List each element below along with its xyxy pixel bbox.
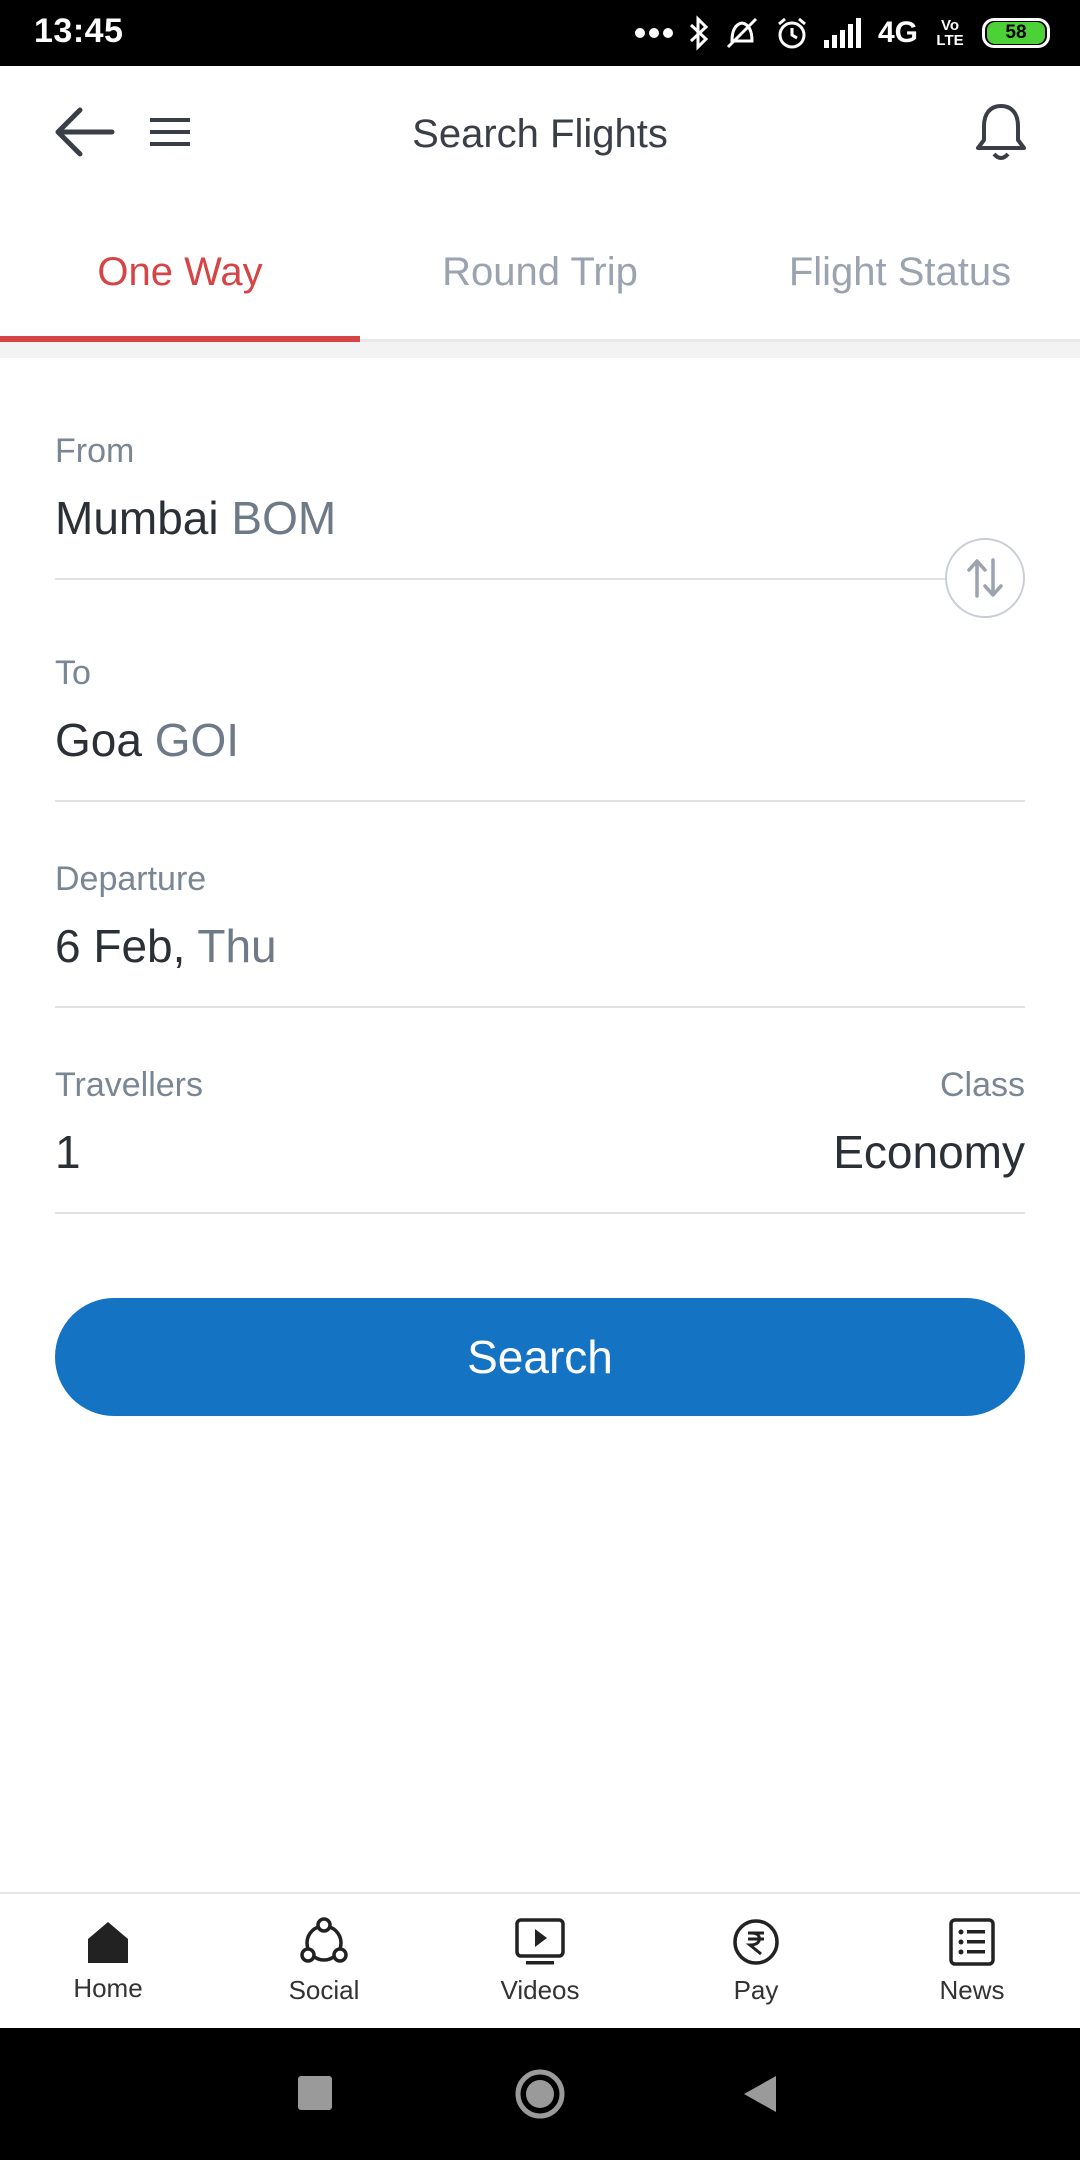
- pay-icon: [733, 1918, 779, 1965]
- section-divider: [0, 342, 1080, 358]
- more-dots-icon: [634, 28, 673, 38]
- nav-item-social[interactable]: Social: [216, 1894, 432, 2028]
- from-city: Mumbai: [55, 492, 219, 544]
- travellers-value: 1: [55, 1126, 81, 1178]
- search-button[interactable]: Search: [55, 1298, 1025, 1416]
- nav-item-pay[interactable]: Pay: [648, 1894, 864, 2028]
- from-field[interactable]: From Mumbai BOM: [55, 432, 1025, 580]
- notification-bell-icon[interactable]: [972, 100, 1030, 164]
- home-circle-icon[interactable]: [514, 2068, 566, 2120]
- status-icons: 4G Vo LTE 58: [634, 12, 1050, 54]
- trip-type-tabs: One Way Round Trip Flight Status: [0, 206, 1080, 342]
- battery-level: 58: [987, 22, 1045, 44]
- swap-arrows-icon: [967, 558, 1003, 598]
- travellers-label: Travellers: [55, 1066, 203, 1104]
- departure-label: Departure: [55, 860, 207, 898]
- nav-item-home[interactable]: Home: [0, 1894, 216, 2028]
- screen: 13:45 4G Vo LTE 58 Search Flights One Wa…: [0, 0, 1080, 2160]
- travellers-field[interactable]: Travellers 1: [55, 1066, 203, 1212]
- bluetooth-icon: [689, 15, 709, 51]
- news-icon: [949, 1917, 995, 1966]
- class-value: Economy: [833, 1126, 1025, 1178]
- recent-apps-icon[interactable]: [298, 2076, 332, 2110]
- departure-day: Thu: [197, 920, 277, 972]
- app-bar: Search Flights: [0, 66, 1080, 206]
- travellers-class-row: Travellers 1 Class Economy: [55, 1066, 1025, 1214]
- nav-label: Social: [288, 1974, 360, 2005]
- tab-one-way[interactable]: One Way: [0, 206, 360, 339]
- to-city: Goa: [55, 714, 142, 766]
- volte-indicator: Vo LTE: [936, 17, 964, 49]
- from-label: From: [55, 432, 135, 470]
- network-type: 4G: [877, 16, 918, 49]
- nav-label: Home: [73, 1972, 143, 2003]
- status-time: 13:45: [34, 12, 124, 50]
- home-icon: [88, 1921, 128, 1963]
- tab-label: Round Trip: [442, 250, 638, 294]
- from-value: Mumbai BOM: [55, 491, 1025, 545]
- departure-field[interactable]: Departure 6 Feb, Thu: [55, 860, 1025, 1008]
- tab-round-trip[interactable]: Round Trip: [360, 206, 720, 339]
- videos-icon: [515, 1917, 565, 1964]
- alarm-icon: [778, 17, 806, 49]
- back-triangle-icon[interactable]: [742, 2074, 778, 2114]
- vibrate-off-icon: [726, 17, 758, 49]
- to-field[interactable]: To Goa GOI: [55, 654, 1025, 802]
- nav-item-videos[interactable]: Videos: [432, 1894, 648, 2028]
- class-label: Class: [939, 1066, 1025, 1104]
- tab-flight-status[interactable]: Flight Status: [720, 206, 1080, 339]
- battery-icon: 58: [982, 18, 1050, 48]
- nav-item-news[interactable]: News: [864, 1894, 1080, 2028]
- class-field[interactable]: Class Economy: [833, 1066, 1025, 1212]
- signal-icon: [823, 18, 861, 48]
- departure-value: 6 Feb, Thu: [55, 919, 1025, 973]
- bottom-nav: Home Social Videos Pay News: [0, 1892, 1080, 2028]
- swap-cities-button[interactable]: [945, 538, 1025, 618]
- departure-date: 6 Feb,: [55, 920, 186, 972]
- nav-label: News: [939, 1974, 1005, 2005]
- page-title: Search Flights: [412, 112, 668, 156]
- social-icon: [300, 1916, 348, 1963]
- nav-label: Videos: [500, 1974, 580, 2005]
- nav-label: Pay: [733, 1974, 779, 2005]
- tab-label: Flight Status: [788, 250, 1012, 294]
- from-code: BOM: [231, 492, 337, 544]
- to-code: GOI: [154, 714, 240, 766]
- to-label: To: [55, 654, 91, 692]
- system-nav-bar: [0, 2028, 1080, 2160]
- status-bar: 13:45 4G Vo LTE 58: [0, 0, 1080, 66]
- tab-label: One Way: [97, 250, 263, 294]
- to-value: Goa GOI: [55, 713, 1025, 767]
